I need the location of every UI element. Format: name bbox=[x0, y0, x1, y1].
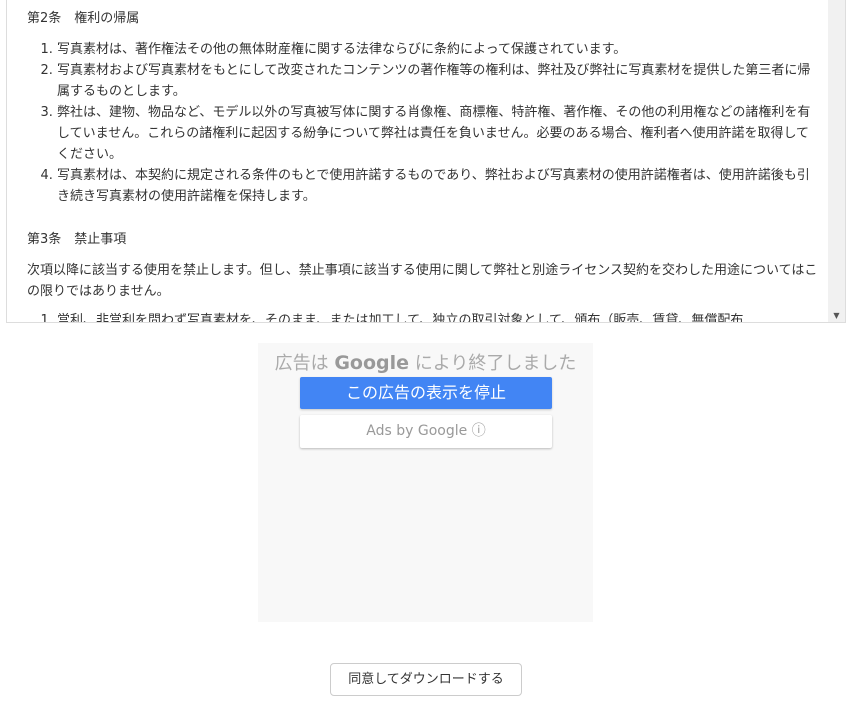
article-3-list: 営利、非営利を問わず写真素材を、そのまま、または加工して、独立の取引対象として、… bbox=[27, 310, 819, 322]
list-item: 弊社は、建物、物品など、モデル以外の写真被写体に関する肖像権、商標権、特許権、著… bbox=[57, 102, 819, 165]
article-3-heading: 第3条 禁止事項 bbox=[27, 232, 127, 247]
list-item: 営利、非営利を問わず写真素材を、そのまま、または加工して、独立の取引対象として、… bbox=[57, 310, 819, 322]
list-item: 写真素材は、著作権法その他の無体財産権に関する法律ならびに条約によって保護されて… bbox=[57, 39, 819, 60]
google-logo: Google bbox=[334, 352, 410, 374]
ad-closed-panel: 広告は Google により終了しました この広告の表示を停止 Ads by G… bbox=[258, 343, 593, 622]
ads-by-google-button[interactable]: Ads by Google ⓘ bbox=[300, 415, 552, 448]
article-2-list: 写真素材は、著作権法その他の無体財産権に関する法律ならびに条約によって保護されて… bbox=[27, 39, 819, 207]
list-item: 写真素材は、本契約に規定される条件のもとで使用許諾するものであり、弊社および写真… bbox=[57, 165, 819, 207]
scrollbar[interactable]: ▼ bbox=[828, 0, 845, 322]
stop-ad-button[interactable]: この広告の表示を停止 bbox=[300, 377, 552, 409]
agree-download-button[interactable]: 同意してダウンロードする bbox=[330, 663, 522, 696]
list-item: 写真素材および写真素材をもとにして改変されたコンテンツの著作権等の権利は、弊社及… bbox=[57, 60, 819, 102]
ad-closed-title: 広告は Google により終了しました bbox=[274, 352, 577, 374]
scroll-down-arrow-icon[interactable]: ▼ bbox=[828, 311, 845, 320]
article-3-intro: 次項以降に該当する使用を禁止します。但し、禁止事項に該当する使用に関して弊社と別… bbox=[27, 263, 818, 299]
article-2-heading: 第2条 権利の帰属 bbox=[27, 11, 140, 26]
terms-scroll-box[interactable]: 第2条 権利の帰属 写真素材は、著作権法その他の無体財産権に関する法律ならびに条… bbox=[6, 0, 846, 323]
